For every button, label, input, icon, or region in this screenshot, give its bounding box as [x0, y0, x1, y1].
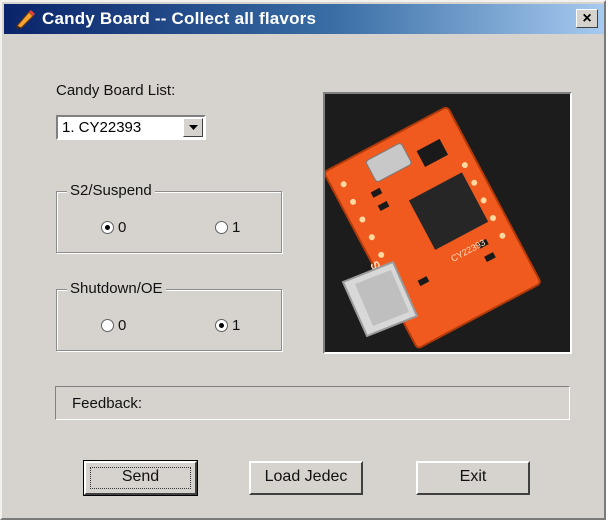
focus-rect: [90, 467, 191, 489]
radio-label: 1: [232, 219, 241, 236]
board-list-value: 1. CY22393: [62, 119, 142, 136]
board-list-label: Candy Board List:: [56, 82, 176, 99]
board-photo: CYPRESS CY22393: [323, 92, 572, 354]
radio-label: 1: [232, 317, 241, 334]
radio-label: 0: [118, 317, 127, 334]
send-button[interactable]: Send: [83, 460, 198, 496]
radio-selected-icon: [215, 319, 228, 332]
dropdown-button[interactable]: [183, 118, 203, 137]
feedback-label: Feedback:: [72, 395, 143, 412]
close-button[interactable]: ×: [576, 9, 598, 28]
circuit-board-image: CYPRESS CY22393: [325, 94, 570, 352]
s2-suspend-title: S2/Suspend: [67, 182, 155, 199]
title-bar[interactable]: Candy Board -- Collect all flavors ×: [4, 4, 604, 34]
load-jedec-button[interactable]: Load Jedec: [249, 461, 363, 495]
exit-button-label: Exit: [459, 468, 487, 485]
radio-unselected-icon: [215, 221, 228, 234]
close-icon: ×: [582, 10, 592, 27]
exit-button[interactable]: Exit: [416, 461, 530, 495]
load-jedec-button-label: Load Jedec: [264, 468, 348, 485]
radio-label: 0: [118, 219, 127, 236]
feedback-panel: Feedback:: [55, 386, 570, 420]
shutdown-oe-group: Shutdown/OE 0 1: [56, 280, 282, 351]
shutdown-oe-title: Shutdown/OE: [67, 280, 166, 297]
radio-selected-icon: [101, 221, 114, 234]
board-list-dropdown[interactable]: 1. CY22393: [56, 115, 206, 140]
radio-unselected-icon: [101, 319, 114, 332]
s2-suspend-group: S2/Suspend 0 1: [56, 182, 282, 253]
pencil-icon: [16, 10, 35, 29]
chevron-down-icon: [189, 125, 198, 130]
candy-board-dialog: Candy Board -- Collect all flavors × Can…: [0, 0, 606, 520]
window-title: Candy Board -- Collect all flavors: [42, 9, 317, 28]
